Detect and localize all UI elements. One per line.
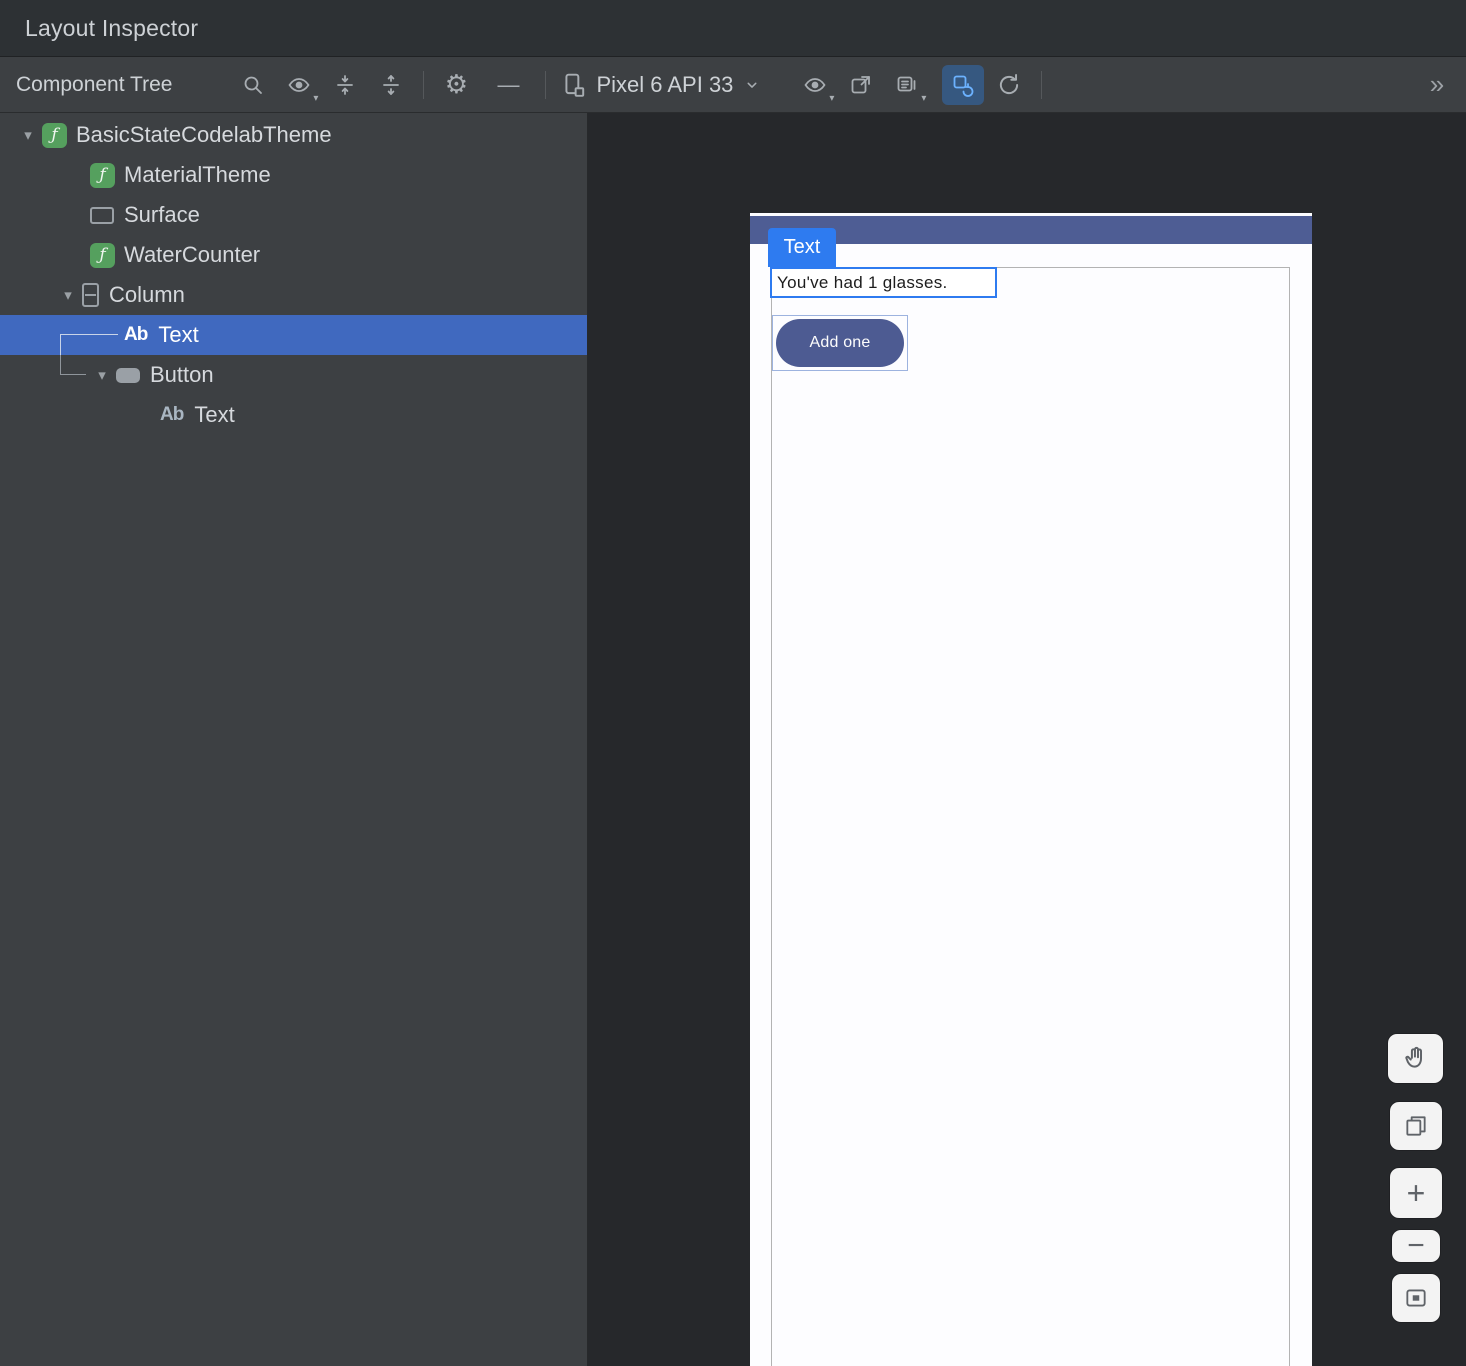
column-icon [82,283,99,307]
chevron-down-icon[interactable]: ▾ [88,366,116,384]
chevron-down-icon[interactable]: ▾ [14,126,42,144]
app-button-bounds[interactable]: Add one [772,315,908,371]
tree-item-label: Text [158,322,198,348]
tree-item-button[interactable]: ▾ Button [0,355,587,395]
tree-item-label: MaterialTheme [124,162,271,188]
layers-3d-icon [1403,1113,1429,1139]
recomposition-counts-icon [951,73,975,97]
fit-screen-icon [1403,1285,1429,1311]
snapshot-export-icon [849,73,873,97]
component-tree-title: Component Tree [16,73,172,97]
pan-hand-icon [1402,1045,1430,1073]
text-icon: Ab [124,324,147,346]
search-icon [241,73,265,97]
window-title-bar: Layout Inspector [0,0,1466,57]
tree-item-label: Surface [124,202,200,228]
device-selector[interactable]: Pixel 6 API 33 [561,72,762,98]
tree-item-column[interactable]: ▾ Column [0,275,587,315]
rotate-3d-button[interactable] [1390,1102,1442,1150]
composable-icon: ƒ [42,123,67,148]
toolbar-separator [1041,71,1042,99]
tree-item-watercounter[interactable]: ƒ WaterCounter [0,235,587,275]
surface-icon [90,207,114,224]
refresh-icon [996,72,1022,98]
device-screenshot[interactable]: Text You've had 1 glasses. Add one [750,213,1312,1366]
tree-item-label: Column [109,282,185,308]
composable-icon: ƒ [90,163,115,188]
snapshot-options-button[interactable]: ▾ [886,65,928,105]
device-selector-label: Pixel 6 API 33 [596,72,733,98]
tree-item-label: Button [150,362,214,388]
minimize-icon: — [497,72,519,98]
add-one-button[interactable]: Add one [776,319,904,367]
composable-icon: ƒ [90,243,115,268]
chevron-down-icon [742,75,762,95]
zoom-out-button[interactable]: − [1392,1230,1440,1262]
search-button[interactable] [232,65,274,105]
layout-render-canvas[interactable]: Text You've had 1 glasses. Add one + − [589,113,1466,1366]
recomposition-highlight-toggle[interactable] [942,65,984,105]
layer-visibility-button[interactable]: ▾ [794,65,836,105]
snapshot-list-icon [895,73,919,97]
tree-item-text-child[interactable]: Ab Text [0,395,587,435]
toolbar-separator [545,71,546,99]
expand-all-button[interactable] [324,65,366,105]
tree-item-basicstatecodelabtheme[interactable]: ▾ ƒ BasicStateCodelabTheme [0,115,587,155]
collapse-all-icon [379,73,403,97]
window-title: Layout Inspector [25,15,198,42]
chevron-down-icon: ▾ [829,94,834,104]
button-icon [116,368,140,383]
app-text: You've had 1 glasses. [777,273,948,293]
zoom-in-button[interactable]: + [1390,1168,1442,1218]
snapshot-export-button[interactable] [840,65,882,105]
hide-panel-button[interactable]: — [487,65,529,105]
tree-item-label: BasicStateCodelabTheme [76,122,332,148]
tree-guide-line [60,335,61,355]
expand-all-icon [333,73,357,97]
selection-tag: Text [768,228,836,267]
chevron-down-icon: ▾ [921,94,926,104]
pan-mode-button[interactable] [1388,1034,1443,1083]
main-toolbar: Component Tree ▾ ⚙ — [0,57,1466,113]
settings-button[interactable]: ⚙ [435,65,477,105]
refresh-button[interactable] [988,65,1030,105]
toolbar-separator [423,71,424,99]
tree-item-materialtheme[interactable]: ƒ MaterialTheme [0,155,587,195]
gear-icon: ⚙ [445,69,468,100]
tree-guide-line [60,334,118,335]
chevron-down-icon: ▾ [313,94,318,104]
collapse-all-button[interactable] [370,65,412,105]
tree-item-surface[interactable]: Surface [0,195,587,235]
eye-icon [287,73,311,97]
tree-item-text-selected[interactable]: Ab Text [0,315,587,355]
plus-icon: + [1407,1175,1426,1212]
component-tree-panel: ▾ ƒ BasicStateCodelabTheme ƒ MaterialThe… [0,113,588,1366]
tree-item-label: Text [194,402,234,428]
eye-icon [803,73,827,97]
selected-text-bounds[interactable]: You've had 1 glasses. [770,267,997,298]
minus-icon: − [1407,1236,1425,1256]
tree-guide-line [60,355,86,375]
device-icon [561,72,587,98]
more-actions-button[interactable]: » [1420,69,1454,100]
device-content-outline [771,267,1290,1366]
chevron-down-icon[interactable]: ▾ [54,286,82,304]
view-options-button[interactable]: ▾ [278,65,320,105]
tree-item-label: WaterCounter [124,242,260,268]
zoom-to-fit-button[interactable] [1392,1274,1440,1322]
text-icon: Ab [160,404,183,426]
